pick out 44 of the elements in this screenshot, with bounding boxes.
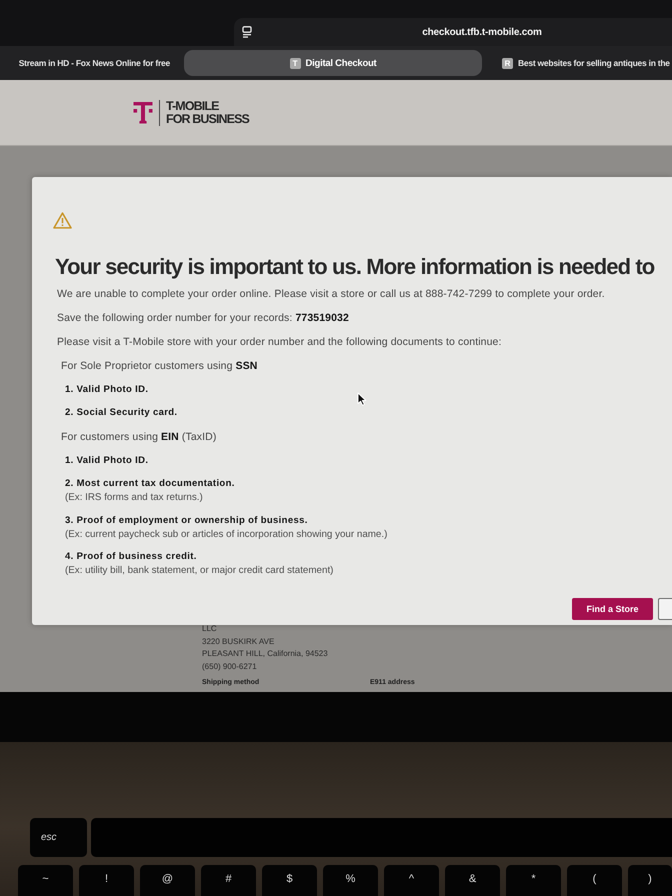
address-line: (650) 900-6271 xyxy=(202,660,257,673)
instruction-text: Please visit a T-Mobile store with your order number and the following documents to continue: xyxy=(57,335,502,349)
cursor-icon xyxy=(357,392,367,406)
keyboard-key[interactable]: ^ xyxy=(384,865,439,896)
keyboard-key[interactable]: % xyxy=(323,865,378,896)
requirement-note: (Ex: current paycheck sub or articles of incorporation showing your name.) xyxy=(65,528,388,540)
keyboard-key[interactable]: ~ xyxy=(18,865,73,896)
keyboard-key[interactable]: $ xyxy=(262,865,317,896)
outline-button[interactable] xyxy=(658,598,672,620)
keyboard-key[interactable]: esc xyxy=(30,818,87,857)
requirement-item: 1. Valid Photo ID. xyxy=(65,382,148,396)
address-line: LLC xyxy=(202,623,217,635)
browser-tab[interactable]: T Digital Checkout xyxy=(184,50,482,76)
group-heading: For Sole Proprietor customers using SSN xyxy=(61,359,258,373)
warning-icon xyxy=(53,212,72,229)
keyboard-key[interactable]: * xyxy=(506,865,561,896)
requirement-item: 2. Most current tax documentation. xyxy=(65,477,235,491)
keyboard-key[interactable]: ! xyxy=(79,865,134,896)
group-heading: For customers using EIN (TaxID) xyxy=(61,430,216,444)
address-line: 3220 BUSKIRK AVE xyxy=(202,636,274,648)
requirement-item: 2. Social Security card. xyxy=(65,406,178,420)
find-store-button[interactable]: Find a Store xyxy=(572,598,653,620)
message-text: We are unable to complete your order online. Please visit a store or call us at 888-742-7299 to complete your order. xyxy=(57,287,605,301)
keyboard-key[interactable]: ) xyxy=(628,865,672,896)
order-number-text: Save the following order number for your records: 773519032 xyxy=(57,311,349,325)
brand-name: T-MOBILE FOR BUSINESS xyxy=(166,100,249,126)
keyboard-key[interactable]: @ xyxy=(140,865,195,896)
layout-icon[interactable] xyxy=(242,26,252,38)
requirement-note: (Ex: utility bill, bank statement, or major credit card statement) xyxy=(65,564,334,577)
tab-favicon: R xyxy=(502,58,513,68)
requirement-item: 1. Valid Photo ID. xyxy=(65,454,148,468)
keyboard-key[interactable]: ( xyxy=(567,865,622,896)
address-line: PLEASANT HILL, California, 94523 xyxy=(202,648,328,660)
requirement-note: (Ex: IRS forms and tax returns.) xyxy=(65,491,203,504)
browser-tab[interactable]: R Best websites for selling antiques in the xyxy=(490,50,672,76)
tab-favicon: T xyxy=(290,58,301,68)
requirement-item: 3. Proof of employment or ownership of business. xyxy=(65,514,308,528)
requirement-item: 4. Proof of business credit. xyxy=(65,550,197,564)
keyboard-key[interactable]: # xyxy=(201,865,256,896)
address-bar[interactable]: checkout.tfb.t-mobile.com xyxy=(234,18,672,46)
keyboard-key[interactable]: & xyxy=(445,865,500,896)
brand-mark-icon xyxy=(133,100,153,124)
dialog-heading: Your security is important to us. More information is needed to xyxy=(55,254,654,280)
browser-tab[interactable]: Stream in HD - Fox News Online for free xyxy=(0,50,176,76)
